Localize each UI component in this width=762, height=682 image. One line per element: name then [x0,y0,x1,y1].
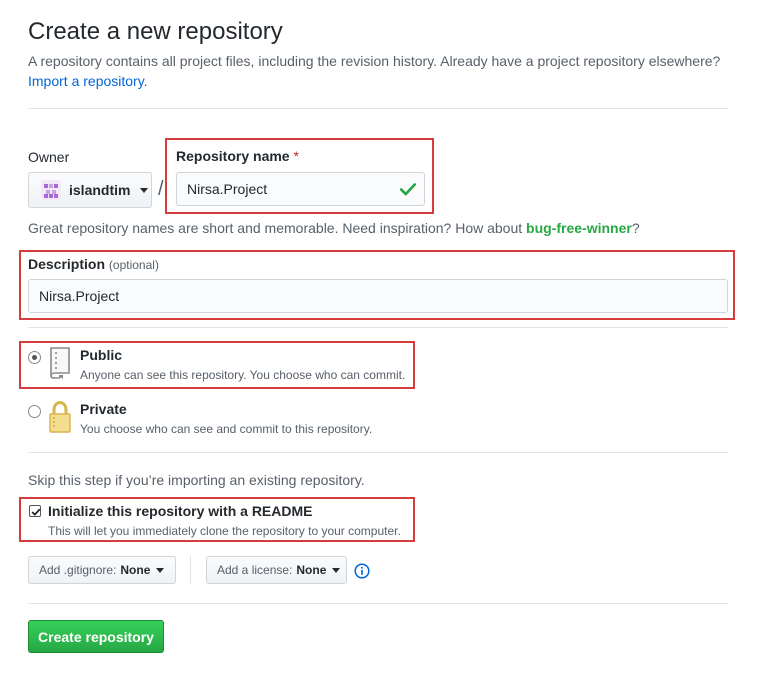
check-icon [399,183,417,196]
repo-name-label: Repository name * [176,148,299,164]
gitignore-dropdown[interactable]: Add .gitignore: None [28,556,176,584]
page-title: Create a new repository [28,18,283,45]
description-label-text: Description [28,256,106,272]
create-repository-button[interactable]: Create repository [28,620,164,653]
chevron-down-icon [140,187,149,193]
public-radio[interactable] [28,351,41,364]
import-repository-link[interactable]: Import a repository. [28,73,148,89]
public-description: Anyone can see this repository. You choo… [80,368,406,382]
optional-tag: (optional) [108,258,159,272]
separator [190,556,191,584]
description-input[interactable] [28,279,728,313]
gitignore-value: None [120,563,151,577]
license-value: None [296,563,327,577]
page-subtitle: A repository contains all project files,… [28,53,721,69]
repo-name-label-text: Repository name [176,148,290,164]
divider [28,327,728,328]
gitignore-label: Add .gitignore: [39,563,117,577]
suggested-name[interactable]: bug-free-winner [526,220,632,236]
checkmark-icon [31,508,41,516]
private-radio[interactable] [28,405,41,418]
repo-name-input[interactable] [176,172,425,206]
chevron-down-icon [156,567,165,573]
readme-description: This will let you immediately clone the … [48,524,401,538]
import-note: Skip this step if you’re importing an ex… [28,472,365,488]
repo-book-icon [50,347,70,379]
owner-name: islandtim [69,182,131,198]
owner-label: Owner [28,149,70,165]
public-title: Public [80,347,123,363]
license-dropdown[interactable]: Add a license: None [206,556,347,584]
private-title: Private [80,401,127,417]
readme-title: Initialize this repository with a README [48,503,313,519]
owner-repo-separator: / [158,178,164,200]
private-description: You choose who can see and commit to thi… [80,422,373,436]
readme-checkbox[interactable] [29,505,41,517]
owner-dropdown[interactable]: islandtim [28,172,152,208]
divider [28,452,728,453]
chevron-down-icon [332,567,341,573]
lock-icon [49,400,71,433]
license-label: Add a license: [217,563,293,577]
hint-text: Great repository names are short and mem… [28,220,527,236]
info-icon[interactable] [354,563,370,579]
divider [28,108,728,109]
description-label: Description (optional) [28,256,159,272]
hint-suffix: ? [631,220,640,236]
required-mark: * [293,148,299,164]
divider [28,603,728,604]
repo-name-hint: Great repository names are short and mem… [28,220,640,236]
avatar [41,180,61,200]
